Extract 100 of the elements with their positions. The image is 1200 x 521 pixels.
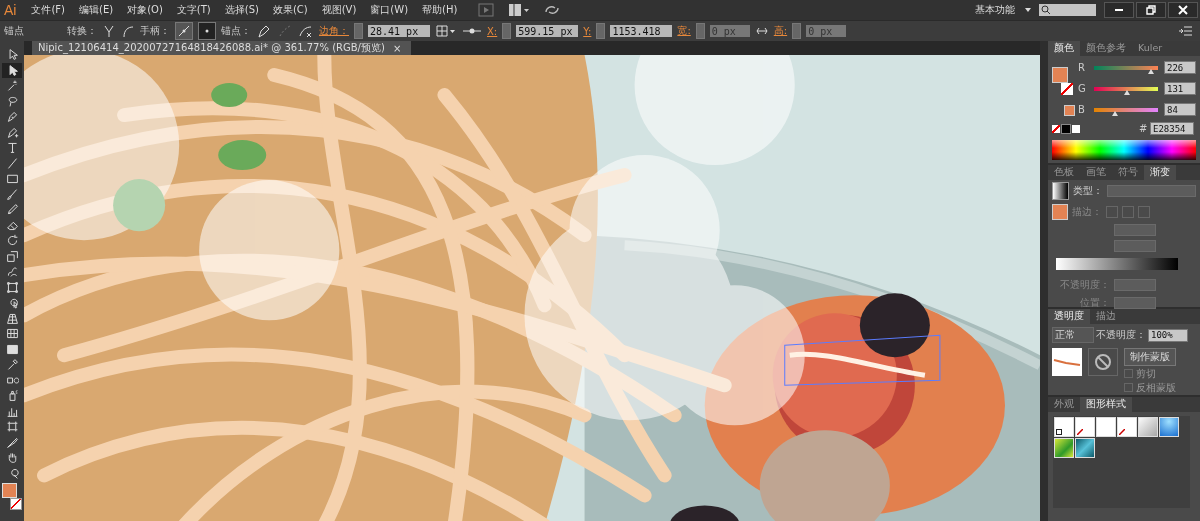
channel-field[interactable]: 84 (1164, 103, 1196, 116)
color-spectrum[interactable] (1052, 140, 1196, 160)
fill-swatch[interactable] (1052, 67, 1068, 83)
channel-label: B (1078, 104, 1086, 115)
corner-link[interactable]: 边角： (319, 24, 349, 38)
hex-label: # (1139, 123, 1149, 134)
menu-item[interactable]: 选择(S) (217, 3, 266, 17)
show-handles-icon[interactable] (175, 22, 193, 40)
blend-mode-dropdown[interactable]: 正常 (1052, 327, 1094, 343)
document-tab[interactable]: Nipic_12106414_20200727164818426088.ai* @ 361.77% (RGB/预览) × (32, 41, 412, 55)
close-button[interactable] (1168, 2, 1198, 18)
search-field[interactable] (1039, 4, 1096, 16)
stepper-icon[interactable] (695, 23, 705, 39)
stroke-swatch[interactable] (1061, 83, 1073, 95)
stepper-icon[interactable] (792, 23, 802, 39)
fill-swatch[interactable] (2, 483, 17, 498)
graphic-style-swatch[interactable] (1075, 438, 1095, 458)
broken-link-icon (1077, 429, 1083, 435)
stepper-icon[interactable] (502, 23, 512, 39)
graphic-style-swatch[interactable] (1054, 438, 1074, 458)
stroke-swatch[interactable] (10, 498, 22, 510)
panel-tab[interactable]: 颜色参考 (1080, 41, 1132, 56)
panel-tab[interactable]: 图形样式 (1080, 397, 1132, 412)
rectangle-icon (5, 172, 19, 186)
smooth-point-icon[interactable] (121, 24, 135, 38)
menu-item[interactable]: 对象(O) (120, 3, 170, 17)
checkbox[interactable] (1124, 383, 1133, 392)
tool-button[interactable] (2, 62, 22, 78)
menu-item[interactable]: 文件(F) (24, 3, 72, 17)
channel-label: G (1078, 83, 1087, 94)
panel-tab[interactable]: 外观 (1048, 397, 1080, 412)
color-swatch[interactable] (1061, 123, 1071, 134)
arrange-documents-icon[interactable] (508, 3, 531, 17)
menu-item[interactable]: 效果(C) (265, 3, 315, 17)
line-icon (5, 156, 19, 170)
restore-button[interactable] (1136, 2, 1166, 18)
panel-tab[interactable]: Kuler (1132, 41, 1169, 56)
caret-icon[interactable] (1025, 8, 1031, 12)
graphic-style-swatch[interactable] (1138, 417, 1158, 437)
broken-link-icon (1119, 429, 1125, 435)
mesh-icon (5, 327, 19, 341)
sync-icon[interactable] (544, 3, 561, 17)
graphic-style-swatch[interactable] (1096, 417, 1116, 437)
corner-field[interactable]: 28.41 px (368, 25, 430, 37)
checkbox[interactable] (1124, 369, 1133, 378)
color-swatch[interactable] (1072, 124, 1080, 133)
menu-item[interactable]: 窗口(W) (363, 3, 416, 17)
restore-icon (1146, 5, 1156, 15)
slider-thumb[interactable] (1147, 68, 1154, 74)
minimize-button[interactable] (1104, 2, 1134, 18)
corner-point-icon[interactable] (102, 24, 116, 38)
gradient-thumbnail[interactable] (1052, 182, 1069, 200)
panel-tab[interactable]: 符号 (1112, 165, 1144, 180)
object-thumbnail (1052, 348, 1082, 376)
graphic-style-swatch[interactable] (1159, 417, 1179, 437)
none-swatch[interactable] (1052, 124, 1060, 133)
knife-icon (5, 435, 19, 449)
y-field[interactable]: 1153.418 (610, 25, 673, 37)
fill-swatch[interactable] (1052, 204, 1068, 220)
x-link[interactable]: X: (487, 25, 498, 37)
slider-thumb[interactable] (1112, 110, 1119, 116)
menu-item[interactable]: 帮助(H) (415, 3, 465, 17)
width-link[interactable]: 宽: (677, 24, 691, 38)
cut-path-icon[interactable] (298, 24, 314, 38)
grid-alignment-icon[interactable] (435, 24, 457, 38)
panel-tab[interactable]: 描边 (1090, 309, 1122, 324)
menu-item[interactable]: 视图(V) (314, 3, 364, 17)
panel-tab[interactable]: 透明度 (1048, 309, 1090, 324)
graphic-style-swatch[interactable] (1075, 417, 1095, 437)
slider-thumb[interactable] (1123, 89, 1130, 95)
y-link[interactable]: Y: (583, 25, 592, 37)
workspace-switcher[interactable]: 基本功能 (965, 3, 1025, 17)
panel-tab[interactable]: 颜色 (1048, 41, 1080, 56)
hide-handles-icon[interactable] (198, 22, 216, 40)
channel-field[interactable]: 226 (1164, 61, 1196, 74)
panel-tab[interactable]: 色板 (1048, 165, 1080, 180)
hex-field[interactable]: E28354 (1150, 122, 1194, 135)
menu-item[interactable]: 文字(T) (169, 3, 218, 17)
type-label: 类型： (1072, 184, 1103, 198)
close-tab-button[interactable]: × (392, 42, 402, 54)
make-mask-button[interactable]: 制作蒙版 (1124, 348, 1176, 366)
graphic-style-swatch[interactable] (1054, 417, 1074, 437)
height-link[interactable]: 高: (773, 24, 788, 38)
web-color-swatch[interactable] (1064, 105, 1075, 116)
magic-wand-icon (5, 79, 19, 93)
panel-menu-icon[interactable] (1178, 25, 1192, 37)
channel-field[interactable]: 131 (1164, 82, 1196, 95)
opacity-field[interactable]: 100% (1148, 328, 1188, 342)
bridge-icon[interactable] (478, 3, 495, 17)
brush-icon (5, 187, 19, 201)
artboard-icon (5, 420, 19, 434)
x-field[interactable]: 599.15 px (516, 25, 579, 37)
menu-item[interactable]: 编辑(E) (72, 3, 121, 17)
graphic-style-swatch[interactable] (1117, 417, 1137, 437)
anchors-label: 锚点： (221, 24, 251, 38)
stepper-icon[interactable] (596, 23, 606, 39)
panel-tab[interactable]: 画笔 (1080, 165, 1112, 180)
remove-anchor-icon[interactable] (256, 24, 272, 38)
minimize-icon (1114, 9, 1124, 11)
panel-tab[interactable]: 渐变 (1144, 165, 1176, 180)
